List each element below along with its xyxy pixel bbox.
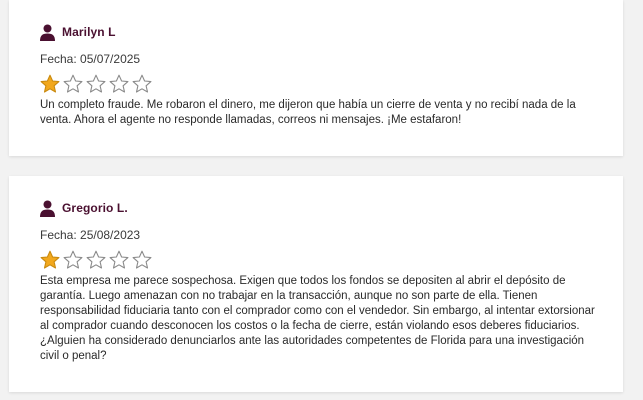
star-filled-icon bbox=[40, 250, 60, 270]
star-empty-icon bbox=[86, 74, 106, 94]
star-empty-icon bbox=[63, 74, 83, 94]
user-icon bbox=[40, 200, 55, 217]
author-name: Marilyn L bbox=[62, 25, 116, 39]
star-empty-icon bbox=[132, 74, 152, 94]
review-card: Marilyn L Fecha: 05/07/2025 Un completo … bbox=[9, 0, 623, 156]
review-author: Marilyn L bbox=[40, 22, 623, 42]
star-empty-icon bbox=[109, 250, 129, 270]
date-value: 05/07/2025 bbox=[80, 52, 141, 66]
date-label: Fecha: bbox=[40, 228, 77, 242]
review-text: Un completo fraude. Me robaron el dinero… bbox=[40, 99, 576, 126]
star-rating bbox=[40, 250, 623, 270]
star-empty-icon bbox=[109, 74, 129, 94]
review-text: Esta empresa me parece sospechosa. Exige… bbox=[40, 275, 595, 362]
date-value: 25/08/2023 bbox=[80, 228, 141, 242]
date-label: Fecha: bbox=[40, 52, 77, 66]
review-card: Gregorio L. Fecha: 25/08/2023 Esta empre… bbox=[9, 176, 623, 392]
star-rating bbox=[40, 74, 623, 94]
star-empty-icon bbox=[132, 250, 152, 270]
review-date: Fecha: 25/08/2023 bbox=[40, 227, 623, 243]
user-icon bbox=[40, 24, 55, 41]
star-empty-icon bbox=[86, 250, 106, 270]
review-author: Gregorio L. bbox=[40, 198, 623, 218]
star-filled-icon bbox=[40, 74, 60, 94]
star-empty-icon bbox=[63, 250, 83, 270]
author-name: Gregorio L. bbox=[62, 201, 128, 215]
review-date: Fecha: 05/07/2025 bbox=[40, 51, 623, 67]
